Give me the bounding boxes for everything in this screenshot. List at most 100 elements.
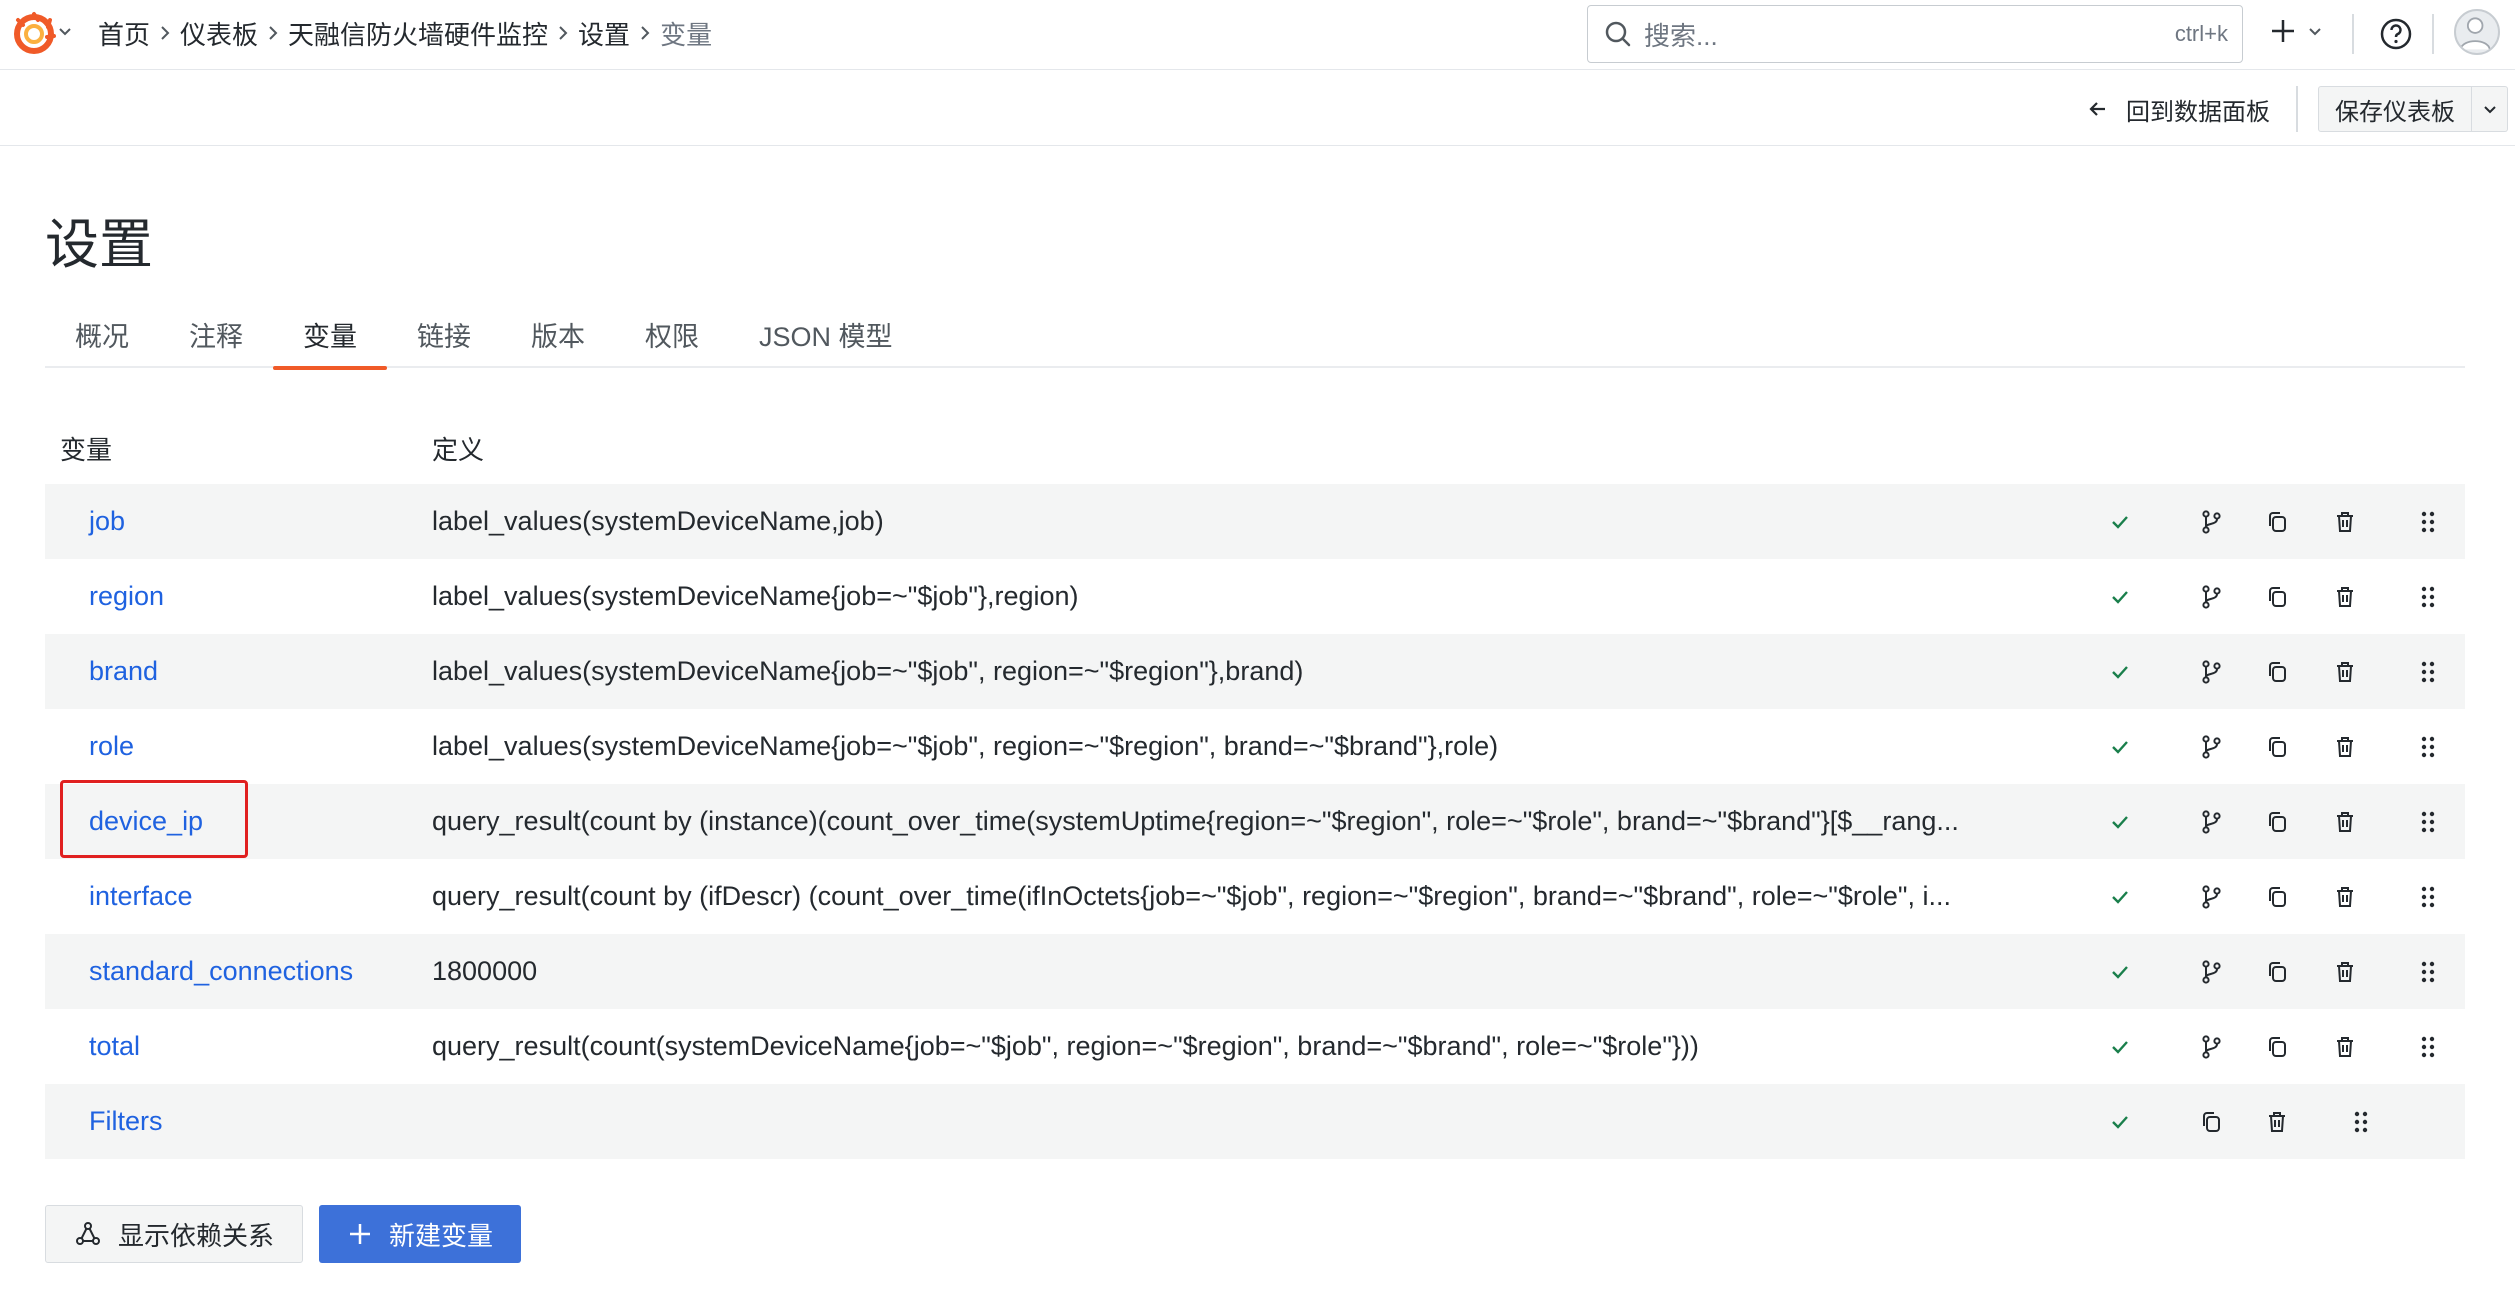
save-options-button[interactable]: [2472, 86, 2508, 132]
duplicate-icon[interactable]: [2263, 583, 2291, 611]
check-icon: [2106, 583, 2134, 611]
new-menu-button[interactable]: [2268, 12, 2338, 54]
table-row: job label_values(systemDeviceName,job): [45, 484, 2465, 559]
variable-name-link[interactable]: brand: [89, 656, 158, 687]
delete-icon[interactable]: [2331, 883, 2359, 911]
breadcrumb-dashboards[interactable]: 仪表板: [180, 15, 258, 52]
duplicate-icon[interactable]: [2197, 1108, 2225, 1136]
check-icon: [2106, 1033, 2134, 1061]
table-row: interface query_result(count by (ifDescr)…: [45, 859, 2465, 934]
delete-icon[interactable]: [2263, 1108, 2291, 1136]
dependency-branch-icon[interactable]: [2197, 733, 2225, 761]
settings-tabs: 概况 注释 变量 链接 版本 权限 JSON 模型: [45, 300, 2465, 370]
variable-definition: query_result(count by (ifDescr) (count_o…: [432, 881, 1952, 911]
chevron-down-icon: [2306, 22, 2324, 45]
save-dashboard-group: 保存仪表板: [2318, 86, 2508, 132]
variable-name-link[interactable]: interface: [89, 881, 193, 912]
drag-handle-icon[interactable]: [2414, 658, 2442, 686]
new-variable-label: 新建变量: [389, 1220, 494, 1251]
variable-definition: label_values(systemDeviceName{job=~"$job…: [432, 581, 1079, 611]
dashboard-toolbar: 回到数据面板 保存仪表板: [0, 70, 2515, 146]
breadcrumb-dashboard[interactable]: 天融信防火墙硬件监控: [288, 15, 548, 52]
variable-definition: query_result(count(systemDeviceName{job=…: [432, 1031, 1699, 1061]
variable-name-link[interactable]: standard_connections: [89, 956, 353, 987]
chevron-down-icon: [2483, 106, 2496, 114]
delete-icon[interactable]: [2331, 958, 2359, 986]
divider: [2352, 14, 2354, 54]
drag-handle-icon[interactable]: [2347, 1108, 2375, 1136]
delete-icon[interactable]: [2331, 1033, 2359, 1061]
breadcrumb-home[interactable]: 首页: [98, 15, 150, 52]
chevron-right-icon: [630, 0, 660, 66]
bottom-actions: 显示依赖关系 新建变量: [45, 1205, 522, 1263]
duplicate-icon[interactable]: [2263, 808, 2291, 836]
arrow-left-icon: [2089, 102, 2105, 116]
duplicate-icon[interactable]: [2263, 883, 2291, 911]
delete-icon[interactable]: [2331, 508, 2359, 536]
back-to-dashboard-button[interactable]: 回到数据面板: [2088, 88, 2270, 130]
column-header-definition: 定义: [432, 435, 485, 465]
dependency-branch-icon[interactable]: [2197, 658, 2225, 686]
duplicate-icon[interactable]: [2263, 658, 2291, 686]
new-variable-button[interactable]: 新建变量: [319, 1205, 522, 1263]
show-dependencies-button[interactable]: 显示依赖关系: [45, 1205, 304, 1263]
variable-name-link[interactable]: region: [89, 581, 164, 612]
delete-icon[interactable]: [2331, 658, 2359, 686]
drag-handle-icon[interactable]: [2414, 958, 2442, 986]
drag-handle-icon[interactable]: [2414, 883, 2442, 911]
duplicate-icon[interactable]: [2263, 958, 2291, 986]
check-icon: [2106, 658, 2134, 686]
tab-json-model[interactable]: JSON 模型: [729, 300, 923, 368]
variables-table: job label_values(systemDeviceName,job)reg…: [45, 484, 2465, 1159]
variable-definition: query_result(count by (instance)(count_o…: [432, 806, 1959, 836]
table-row: Filters: [45, 1084, 2465, 1159]
drag-handle-icon[interactable]: [2414, 508, 2442, 536]
help-icon[interactable]: [2378, 16, 2414, 52]
dependency-branch-icon[interactable]: [2197, 583, 2225, 611]
tab-links[interactable]: 链接: [387, 300, 501, 368]
table-row: device_ip query_result(count by (instance…: [45, 784, 2465, 859]
dependency-branch-icon[interactable]: [2197, 1033, 2225, 1061]
drag-handle-icon[interactable]: [2414, 808, 2442, 836]
divider: [2296, 86, 2298, 132]
check-icon: [2106, 508, 2134, 536]
tab-overview[interactable]: 概况: [45, 300, 159, 368]
dependency-branch-icon[interactable]: [2197, 508, 2225, 536]
avatar[interactable]: [2454, 9, 2500, 55]
variable-name-link[interactable]: total: [89, 1031, 140, 1062]
variable-definition: label_values(systemDeviceName{job=~"$job…: [432, 731, 1499, 761]
show-dependencies-label: 显示依赖关系: [118, 1220, 275, 1251]
save-dashboard-button[interactable]: 保存仪表板: [2318, 86, 2472, 132]
search-icon: [1602, 18, 1634, 50]
dependency-branch-icon[interactable]: [2197, 883, 2225, 911]
drag-handle-icon[interactable]: [2414, 583, 2442, 611]
duplicate-icon[interactable]: [2263, 733, 2291, 761]
check-icon: [2106, 958, 2134, 986]
plus-icon: [350, 1224, 371, 1244]
tab-versions[interactable]: 版本: [501, 300, 615, 368]
tab-annotations[interactable]: 注释: [159, 300, 273, 368]
delete-icon[interactable]: [2331, 583, 2359, 611]
tab-variables[interactable]: 变量: [273, 300, 387, 370]
breadcrumb-settings[interactable]: 设置: [578, 15, 630, 52]
drag-handle-icon[interactable]: [2414, 733, 2442, 761]
search-input[interactable]: 搜索... ctrl+k: [1587, 5, 2243, 63]
delete-icon[interactable]: [2331, 808, 2359, 836]
check-icon: [2106, 808, 2134, 836]
duplicate-icon[interactable]: [2263, 1033, 2291, 1061]
grafana-logo-icon[interactable]: [10, 10, 58, 58]
chevron-right-icon: [150, 0, 180, 66]
duplicate-icon[interactable]: [2263, 508, 2291, 536]
variable-name-link[interactable]: role: [89, 731, 134, 762]
dependency-branch-icon[interactable]: [2197, 808, 2225, 836]
variable-name-link[interactable]: job: [89, 506, 125, 537]
table-row: total query_result(count(systemDeviceName…: [45, 1009, 2465, 1084]
variable-name-link[interactable]: device_ip: [89, 806, 203, 837]
drag-handle-icon[interactable]: [2414, 1033, 2442, 1061]
tab-permissions[interactable]: 权限: [615, 300, 729, 368]
table-row: standard_connections 1800000: [45, 934, 2465, 1009]
delete-icon[interactable]: [2331, 733, 2359, 761]
chevron-down-icon[interactable]: [56, 22, 74, 40]
dependency-branch-icon[interactable]: [2197, 958, 2225, 986]
variable-name-link[interactable]: Filters: [89, 1106, 163, 1137]
